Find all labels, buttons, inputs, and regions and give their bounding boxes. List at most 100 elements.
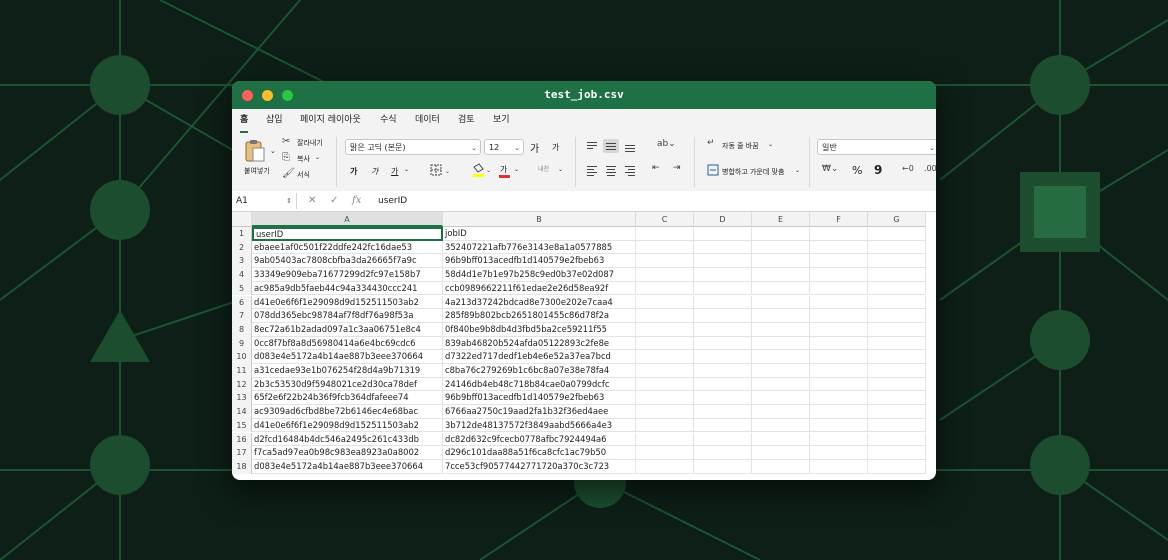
table-cell[interactable] [868, 446, 926, 460]
table-cell[interactable] [636, 309, 694, 323]
row-header[interactable]: 3 [232, 254, 252, 269]
row-header[interactable]: 12 [232, 377, 252, 392]
row-header[interactable]: 5 [232, 281, 252, 296]
table-cell[interactable] [636, 446, 694, 460]
font-color-button[interactable]: 가 [500, 164, 507, 175]
table-cell[interactable] [694, 309, 752, 323]
borders-icon[interactable]: ⌄ [430, 164, 452, 176]
table-cell[interactable] [752, 432, 810, 447]
row-header[interactable]: 6 [232, 295, 252, 310]
table-cell[interactable] [636, 350, 694, 364]
table-cell[interactable] [810, 432, 868, 447]
table-cell[interactable] [868, 227, 926, 241]
confirm-icon[interactable]: ✓ [330, 191, 338, 211]
table-cell[interactable] [636, 268, 694, 282]
table-cell[interactable]: 6766aa2750c19aad2fa1b32f36ed4aee [443, 405, 636, 419]
table-cell[interactable]: f7ca5ad97ea0b98c983ea8923a0a8002 [252, 446, 443, 460]
table-cell[interactable] [752, 364, 810, 378]
table-cell[interactable]: ac9309ad6cfbd8be72b6146ec4e68bac [252, 405, 443, 419]
grow-font-button[interactable]: 가 [530, 140, 539, 155]
column-header[interactable]: B [443, 212, 636, 227]
table-cell[interactable]: ebaee1af0c501f22ddfe242fc16dae53 [252, 240, 443, 255]
table-cell[interactable]: 0cc8f7bf8a8d56980414a6e4bc69cdc6 [252, 336, 443, 351]
table-cell[interactable]: 2b3c53530d9f5948021ce2d30ca78def [252, 377, 443, 392]
table-cell[interactable] [810, 254, 868, 269]
table-cell[interactable] [694, 377, 752, 392]
table-cell[interactable] [636, 281, 694, 296]
row-header[interactable]: 10 [232, 350, 252, 364]
table-cell[interactable] [636, 336, 694, 351]
table-cell[interactable]: 24146db4eb48c718b84cae0a0799dcfc [443, 377, 636, 392]
table-cell[interactable] [694, 227, 752, 241]
row-header[interactable]: 17 [232, 446, 252, 460]
table-cell[interactable]: 96b9bff013acedfb1d140579e2fbeb63 [443, 391, 636, 406]
table-cell[interactable] [694, 418, 752, 433]
table-cell[interactable]: 352407221afb776e3143e8a1a0577885 [443, 240, 636, 255]
table-cell[interactable] [810, 364, 868, 378]
table-cell[interactable] [636, 295, 694, 310]
tab-data[interactable]: 데이터 [415, 109, 440, 131]
table-cell[interactable] [810, 377, 868, 392]
table-cell[interactable]: d2fcd16484b4dc546a2495c261c433db [252, 432, 443, 447]
table-cell[interactable] [752, 309, 810, 323]
align-right-button[interactable] [622, 163, 638, 177]
cancel-icon[interactable]: ✕ [308, 191, 316, 211]
table-cell[interactable] [636, 391, 694, 406]
table-cell[interactable] [810, 240, 868, 255]
select-all-corner[interactable] [232, 212, 252, 227]
table-cell[interactable] [752, 322, 810, 337]
table-cell[interactable]: 285f89b802bcb2651801455c86d78f2a [443, 309, 636, 323]
increase-decimal-icon[interactable]: ←0 [902, 164, 914, 173]
table-cell[interactable] [752, 254, 810, 269]
table-cell[interactable] [694, 322, 752, 337]
table-cell[interactable]: 33349e909eba71677299d2fc97e158b7 [252, 268, 443, 282]
table-cell[interactable]: 9ab05403ac7808cbfba3da26665f7a9c [252, 254, 443, 269]
number-format-select[interactable]: 일반 ⌄ [817, 139, 936, 155]
shrink-font-button[interactable]: 가 [552, 142, 559, 153]
table-cell[interactable]: 0f840be9b8db4d3fbd5ba2ce59211f55 [443, 322, 636, 337]
row-header[interactable]: 15 [232, 418, 252, 433]
table-cell[interactable] [752, 405, 810, 419]
column-header[interactable]: D [694, 212, 752, 227]
orientation-icon[interactable]: ab⌄ [657, 139, 676, 149]
table-cell[interactable] [868, 295, 926, 310]
font-name-select[interactable]: 맑은 고딕 (본문) ⌄ [345, 139, 481, 155]
column-header[interactable]: A [252, 212, 443, 227]
tab-view[interactable]: 보기 [493, 109, 510, 131]
table-cell[interactable] [752, 446, 810, 460]
table-cell[interactable] [636, 377, 694, 392]
row-header[interactable]: 14 [232, 405, 252, 419]
cut-button[interactable]: 잘라내기 [297, 138, 323, 148]
table-cell[interactable]: userID [252, 227, 443, 241]
column-header[interactable]: C [636, 212, 694, 227]
table-cell[interactable] [868, 459, 926, 474]
table-cell[interactable] [868, 391, 926, 406]
table-cell[interactable]: 58d4d1e7b1e97b258c9ed0b37e02d087 [443, 268, 636, 282]
table-cell[interactable] [810, 446, 868, 460]
increase-indent-icon[interactable]: ⇥ [673, 163, 681, 173]
table-cell[interactable] [694, 391, 752, 406]
table-cell[interactable] [752, 377, 810, 392]
table-cell[interactable]: 078dd365ebc98784af7f8df76a98f53a [252, 309, 443, 323]
table-cell[interactable] [810, 391, 868, 406]
table-cell[interactable]: d41e0e6f6f1e29098d9d152511503ab2 [252, 418, 443, 433]
wrap-text-button[interactable]: 자동 줄 바꿈 [722, 141, 759, 151]
table-cell[interactable] [810, 336, 868, 351]
phonetic-button[interactable]: 내천 [538, 164, 549, 173]
table-cell[interactable]: d41e0e6f6f1e29098d9d152511503ab2 [252, 295, 443, 310]
table-cell[interactable] [868, 254, 926, 269]
table-cell[interactable]: d083e4e5172a4b14ae887b3eee370664 [252, 459, 443, 474]
table-cell[interactable] [694, 240, 752, 255]
table-cell[interactable] [868, 432, 926, 447]
table-cell[interactable] [752, 391, 810, 406]
decrease-indent-icon[interactable]: ⇤ [652, 163, 660, 173]
table-cell[interactable]: 839ab46820b524afda05122893c2fe8e [443, 336, 636, 351]
column-header[interactable]: G [868, 212, 926, 227]
table-cell[interactable] [868, 281, 926, 296]
table-cell[interactable]: dc82d632c9fcecb0778afbc7924494a6 [443, 432, 636, 447]
table-cell[interactable]: 96b9bff013acedfb1d140579e2fbeb63 [443, 254, 636, 269]
table-cell[interactable] [810, 281, 868, 296]
table-cell[interactable]: d7322ed717dedf1eb4e6e52a37ea7bcd [443, 350, 636, 364]
percent-button[interactable]: % [852, 164, 862, 177]
table-cell[interactable] [636, 240, 694, 255]
